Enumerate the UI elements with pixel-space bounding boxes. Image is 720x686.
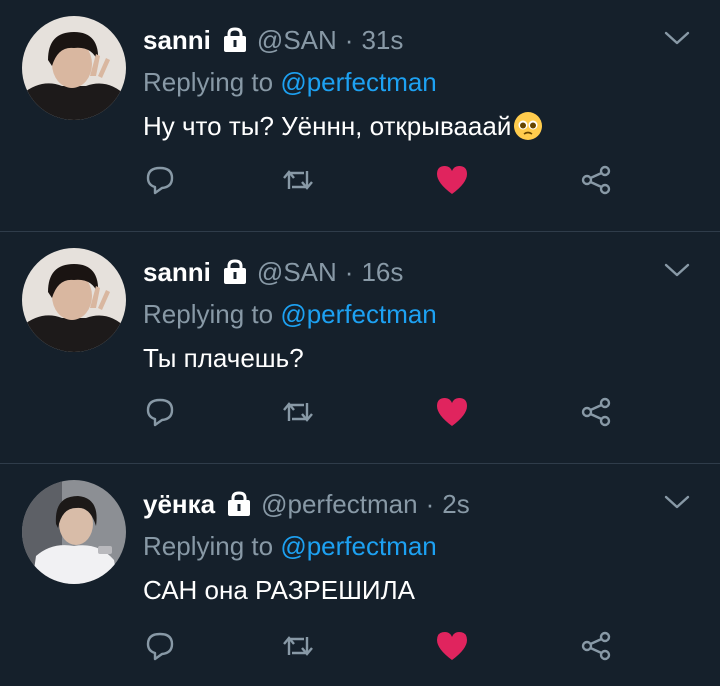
share-icon[interactable] xyxy=(576,392,616,432)
mention-link[interactable]: @perfectman xyxy=(280,531,436,561)
tweet-text: Ты плачешь? xyxy=(143,340,700,376)
chevron-down-icon[interactable] xyxy=(664,494,690,515)
tweet[interactable]: sanni @SAN · 16s Replying to @perfectman… xyxy=(0,232,720,464)
tweet-text-content: САН она РАЗРЕШИЛА xyxy=(143,575,416,605)
reply-icon[interactable] xyxy=(140,626,180,666)
retweet-icon[interactable] xyxy=(278,626,318,666)
tweet[interactable]: sanni @SAN · 31s Replying to @perfectman… xyxy=(0,0,720,232)
share-icon[interactable] xyxy=(576,160,616,200)
timestamp[interactable]: 2s xyxy=(442,489,469,520)
replying-to: Replying to @perfectman xyxy=(143,64,700,100)
display-name[interactable]: уёнка xyxy=(143,489,215,520)
heart-icon[interactable] xyxy=(432,626,472,666)
display-name[interactable]: sanni xyxy=(143,25,211,56)
tweet-feed: sanni @SAN · 31s Replying to @perfectman… xyxy=(0,0,720,684)
tweet-actions xyxy=(140,626,630,666)
heart-icon[interactable] xyxy=(432,160,472,200)
timestamp[interactable]: 31s xyxy=(361,25,403,56)
tweet-text-content: Ну что ты? Уённн, открывааай xyxy=(143,111,512,141)
replying-to: Replying to @perfectman xyxy=(143,528,700,564)
tweet-text: САН она РАЗРЕШИЛА xyxy=(143,572,700,608)
avatar[interactable] xyxy=(22,248,126,352)
lock-icon xyxy=(221,27,249,53)
tweet-header: sanni @SAN · 31s xyxy=(143,22,700,58)
retweet-icon[interactable] xyxy=(278,392,318,432)
replying-prefix: Replying to xyxy=(143,299,274,329)
heart-icon[interactable] xyxy=(432,392,472,432)
separator: · xyxy=(344,24,354,55)
avatar[interactable] xyxy=(22,480,126,584)
mention-link[interactable]: @perfectman xyxy=(280,67,436,97)
chevron-down-icon[interactable] xyxy=(664,30,690,51)
tweet-text: Ну что ты? Уённн, открывааай xyxy=(143,108,700,144)
replying-prefix: Replying to xyxy=(143,67,274,97)
share-icon[interactable] xyxy=(576,626,616,666)
separator: · xyxy=(344,256,354,287)
chevron-down-icon[interactable] xyxy=(664,262,690,283)
tweet-header: sanni @SAN · 16s xyxy=(143,254,700,290)
tweet-actions xyxy=(140,392,630,432)
display-name[interactable]: sanni xyxy=(143,257,211,288)
timestamp[interactable]: 16s xyxy=(361,257,403,288)
lock-icon xyxy=(221,259,249,285)
replying-to: Replying to @perfectman xyxy=(143,296,700,332)
reply-icon[interactable] xyxy=(140,392,180,432)
reply-icon[interactable] xyxy=(140,160,180,200)
tweet[interactable]: уёнка @perfectman · 2s Replying to @perf… xyxy=(0,464,720,684)
avatar[interactable] xyxy=(22,16,126,120)
handle[interactable]: @SAN xyxy=(257,257,337,288)
lock-icon xyxy=(225,491,253,517)
tweet-actions xyxy=(140,160,630,200)
tweet-text-content: Ты плачешь? xyxy=(143,343,304,373)
replying-prefix: Replying to xyxy=(143,531,274,561)
retweet-icon[interactable] xyxy=(278,160,318,200)
separator: · xyxy=(425,488,435,519)
pleading-face-emoji xyxy=(513,111,543,141)
handle[interactable]: @SAN xyxy=(257,25,337,56)
handle[interactable]: @perfectman xyxy=(261,489,417,520)
mention-link[interactable]: @perfectman xyxy=(280,299,436,329)
tweet-header: уёнка @perfectman · 2s xyxy=(143,486,700,522)
